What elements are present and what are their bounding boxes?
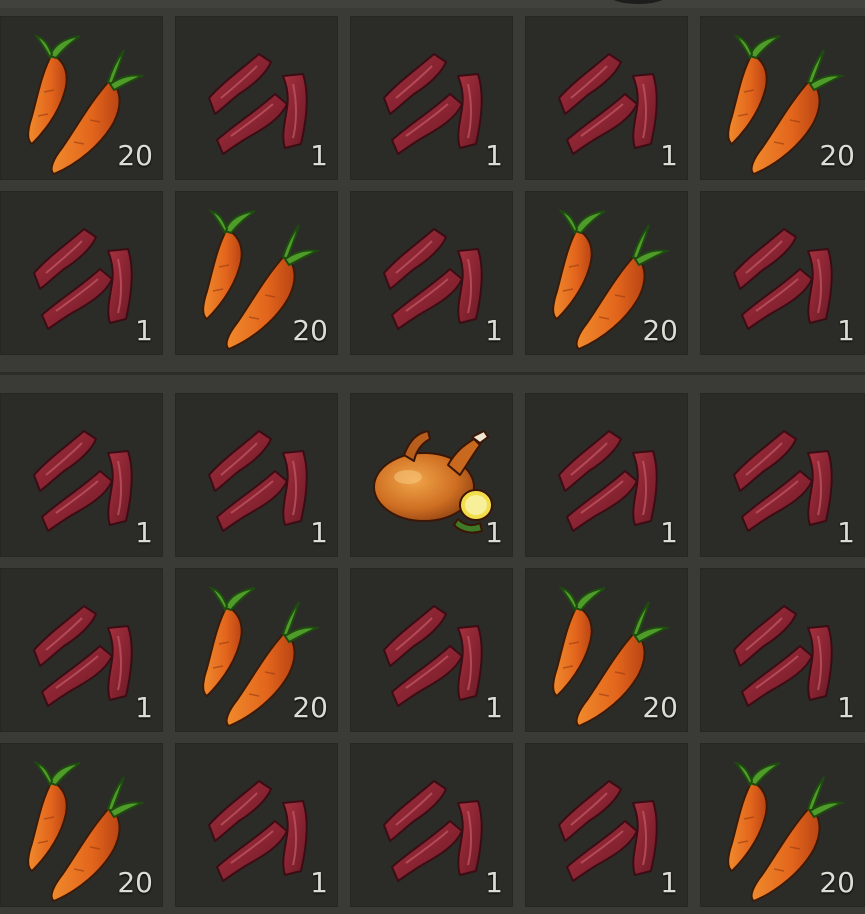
inventory-slot[interactable]: 20	[0, 743, 163, 907]
inventory-slot[interactable]: 1	[0, 393, 163, 557]
inventory-slot[interactable]: 1	[700, 393, 865, 557]
inventory-bottom-grid: 1 1 1 1 1 1 20 1 20 1 20 1 1 1 20	[0, 393, 865, 913]
bacon-icon	[558, 430, 658, 532]
inventory-slot[interactable]: 20	[700, 16, 865, 180]
inventory-slot[interactable]: 1	[175, 16, 338, 180]
item-quantity: 1	[135, 314, 153, 347]
item-quantity: 1	[660, 516, 678, 549]
bacon-icon	[383, 228, 483, 330]
item-quantity: 20	[819, 139, 855, 172]
inventory-slot[interactable]: 1	[350, 393, 513, 557]
roast-chicken-icon	[373, 430, 493, 534]
item-quantity: 1	[485, 139, 503, 172]
inventory-slot[interactable]: 1	[700, 191, 865, 355]
bacon-icon	[558, 780, 658, 882]
bacon-icon	[208, 780, 308, 882]
inventory-slot[interactable]: 20	[525, 191, 688, 355]
item-quantity: 1	[310, 139, 328, 172]
inventory-slot[interactable]: 1	[350, 743, 513, 907]
inventory-slot[interactable]: 1	[175, 743, 338, 907]
inventory-slot[interactable]: 1	[700, 568, 865, 732]
item-quantity: 1	[485, 691, 503, 724]
inventory-slot[interactable]: 20	[175, 568, 338, 732]
item-quantity: 1	[485, 314, 503, 347]
item-quantity: 1	[660, 866, 678, 899]
bacon-icon	[733, 605, 833, 707]
bacon-icon	[733, 228, 833, 330]
inventory-top-grid: 20 1 1 1 20 1 20 1 20 1	[0, 16, 865, 376]
item-quantity: 20	[117, 866, 153, 899]
item-quantity: 20	[642, 314, 678, 347]
inventory-slot[interactable]: 1	[0, 191, 163, 355]
bacon-icon	[33, 430, 133, 532]
item-quantity: 1	[135, 516, 153, 549]
item-quantity: 1	[660, 139, 678, 172]
inventory-slot[interactable]: 1	[350, 16, 513, 180]
bacon-icon	[208, 53, 308, 155]
bacon-icon	[33, 605, 133, 707]
item-quantity: 20	[292, 314, 328, 347]
bacon-icon	[383, 780, 483, 882]
inventory-slot[interactable]: 1	[350, 568, 513, 732]
inventory-slot[interactable]: 1	[525, 393, 688, 557]
inventory-slot[interactable]: 1	[525, 743, 688, 907]
item-quantity: 20	[292, 691, 328, 724]
panel-top-edge	[0, 0, 865, 8]
bacon-icon	[383, 53, 483, 155]
inventory-slot[interactable]: 1	[350, 191, 513, 355]
bacon-icon	[208, 430, 308, 532]
item-quantity: 1	[310, 516, 328, 549]
inventory-slot[interactable]: 20	[700, 743, 865, 907]
item-quantity: 20	[117, 139, 153, 172]
item-quantity: 1	[310, 866, 328, 899]
item-quantity: 20	[819, 866, 855, 899]
item-quantity: 1	[485, 516, 503, 549]
item-quantity: 20	[642, 691, 678, 724]
bacon-icon	[558, 53, 658, 155]
bacon-icon	[33, 228, 133, 330]
inventory-slot[interactable]: 20	[0, 16, 163, 180]
item-quantity: 1	[135, 691, 153, 724]
section-divider	[0, 357, 865, 391]
item-quantity: 1	[485, 866, 503, 899]
item-quantity: 1	[837, 516, 855, 549]
item-quantity: 1	[837, 691, 855, 724]
inventory-slot[interactable]: 1	[0, 568, 163, 732]
inventory-slot[interactable]: 1	[525, 16, 688, 180]
bacon-icon	[383, 605, 483, 707]
inventory-slot[interactable]: 1	[175, 393, 338, 557]
inventory-slot[interactable]: 20	[175, 191, 338, 355]
item-quantity: 1	[837, 314, 855, 347]
bacon-icon	[733, 430, 833, 532]
inventory-slot[interactable]: 20	[525, 568, 688, 732]
